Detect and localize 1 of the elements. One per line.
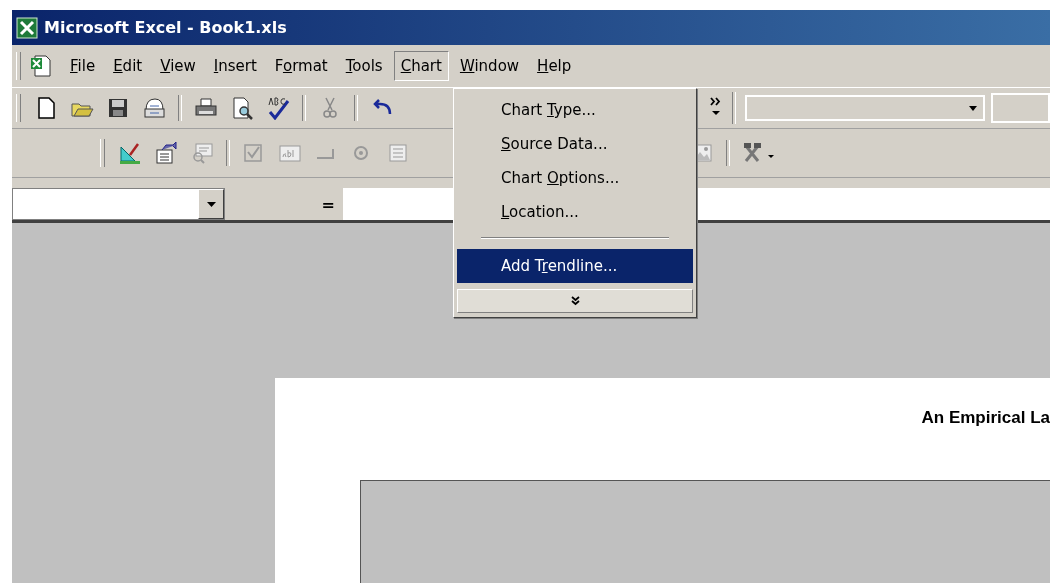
window-title: Microsoft Excel - Book1.xls xyxy=(44,18,287,37)
